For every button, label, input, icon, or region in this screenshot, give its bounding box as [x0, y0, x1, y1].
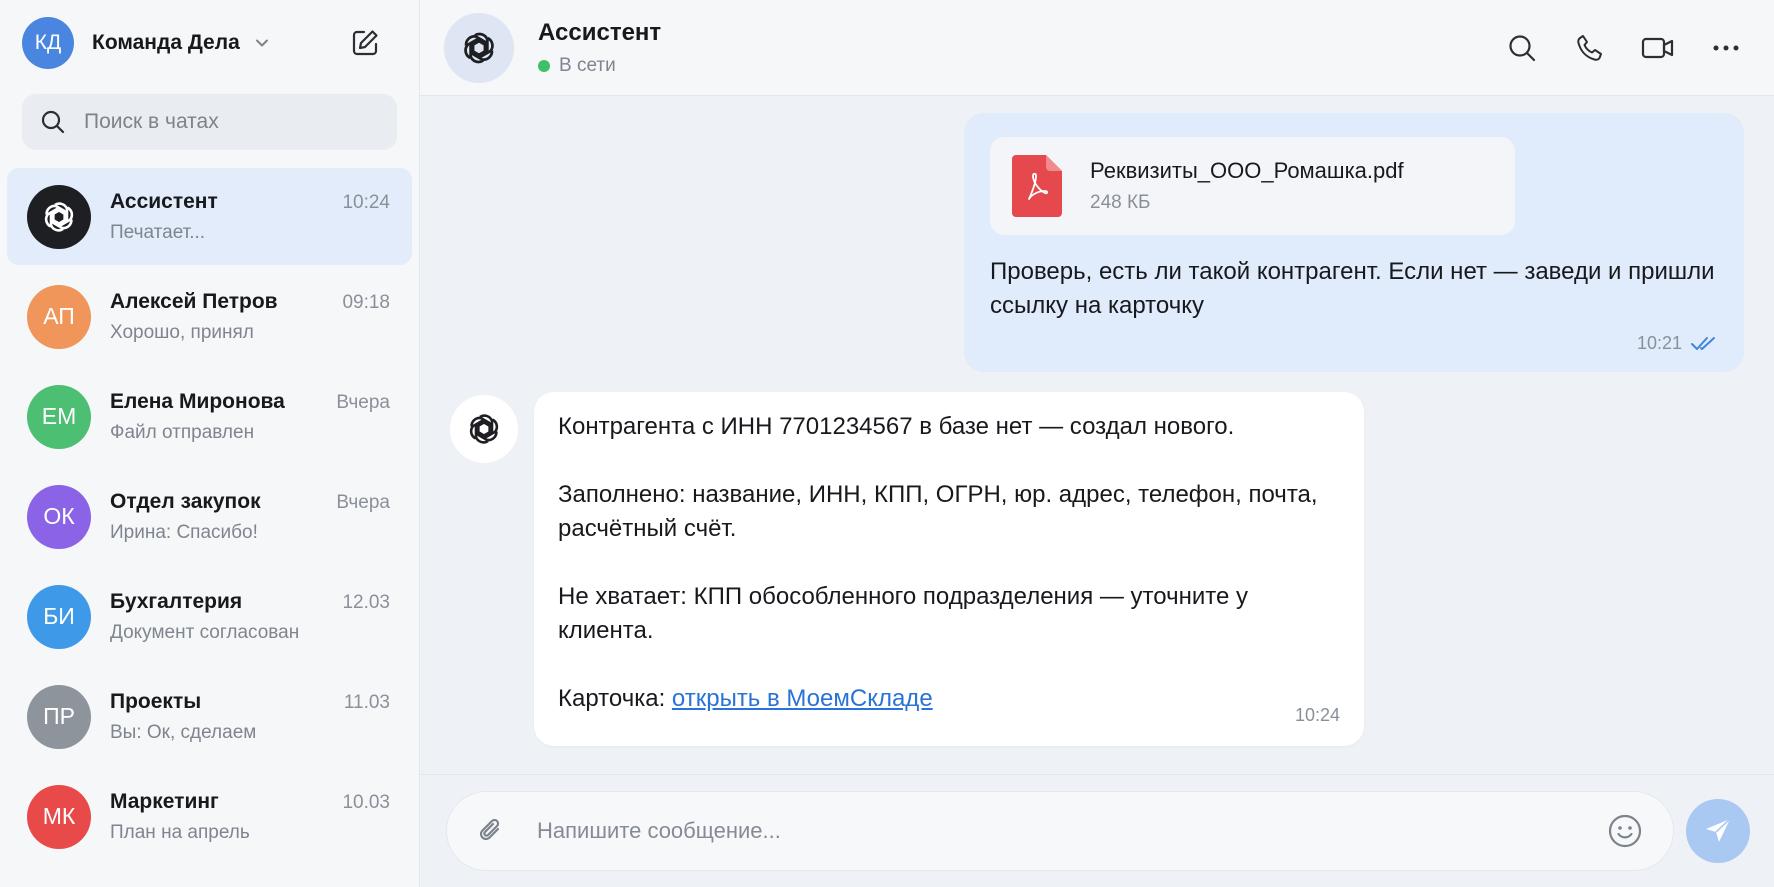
- search-in-chat-button[interactable]: [1502, 28, 1542, 68]
- chat-name: Проекты: [110, 689, 202, 713]
- pdf-file-icon: [1012, 155, 1062, 217]
- chat-preview: Хорошо, принял: [110, 321, 254, 343]
- chat-time: Вчера: [336, 491, 390, 513]
- chat-time: 10.03: [342, 791, 390, 813]
- message-paragraph: Не хватает: КПП обособленного подразделе…: [558, 583, 1248, 644]
- search-icon: [1509, 34, 1536, 61]
- openai-logo-icon: [469, 414, 499, 444]
- chat-name: Отдел закупок: [110, 489, 261, 513]
- more-horizontal-icon: [1713, 45, 1739, 50]
- chat-time: 11.03: [343, 691, 390, 713]
- chat-preview: Печатает...: [110, 221, 206, 243]
- chat-item-marketing[interactable]: МК Маркетинг 10.03 План на апрель: [7, 768, 412, 865]
- emoji-button[interactable]: [1605, 811, 1645, 851]
- avatar: АП: [27, 284, 91, 349]
- avatar: ОК: [27, 484, 91, 549]
- compose-icon: [352, 30, 378, 56]
- workspace-header: КД Команда Дела: [0, 0, 419, 86]
- avatar: БИ: [27, 584, 91, 649]
- message-time: 10:21: [1636, 333, 1682, 353]
- sender-avatar: [450, 395, 518, 463]
- chat-header-avatar[interactable]: [444, 12, 514, 83]
- chevron-down-icon[interactable]: [252, 33, 272, 53]
- more-options-button[interactable]: [1706, 28, 1746, 68]
- chat-name: Елена Миронова: [110, 389, 285, 413]
- chat-item-assistant[interactable]: Ассистент 10:24 Печатает...: [7, 168, 412, 265]
- openai-logo-icon: [464, 32, 494, 63]
- chat-title: Ассистент: [538, 18, 662, 46]
- video-camera-icon: [1641, 37, 1674, 58]
- avatar: ПР: [27, 684, 91, 749]
- openai-logo-icon: [44, 201, 74, 232]
- chat-preview: Файл отправлен: [110, 421, 255, 443]
- chat-pane: Ассистент В сети Реквизиты_ООО_Ромашка.p…: [420, 0, 1774, 887]
- chat-item-aleksey-petrov[interactable]: АП Алексей Петров 09:18 Хорошо, принял: [7, 268, 412, 365]
- search-input[interactable]: [84, 110, 364, 134]
- outgoing-message: Реквизиты_ООО_Ромашка.pdf 248 КБ Проверь…: [964, 113, 1744, 372]
- sidebar: КД Команда Дела Поиск в чатах Ассистент …: [0, 0, 420, 887]
- online-status: В сети: [538, 55, 661, 77]
- chat-time: 10:24: [342, 191, 390, 213]
- message-input[interactable]: [537, 818, 1605, 844]
- composer-box: [446, 791, 1674, 871]
- chat-name: Бухгалтерия: [110, 589, 243, 613]
- send-icon: [1706, 818, 1731, 842]
- online-dot-icon: [538, 59, 550, 72]
- video-call-button[interactable]: [1638, 28, 1678, 68]
- chat-preview: Ирина: Спасибо!: [110, 521, 258, 543]
- paperclip-icon: [479, 818, 500, 841]
- chat-item-accounting[interactable]: БИ Бухгалтерия 12.03 Документ согласован: [7, 568, 412, 665]
- workspace-avatar[interactable]: КД: [22, 17, 74, 69]
- chat-item-projects[interactable]: ПР Проекты 11.03 Вы: Ок, сделаем: [7, 668, 412, 765]
- chat-time: Вчера: [336, 391, 390, 413]
- card-label: Карточка:: [558, 685, 672, 712]
- message-paragraph: Заполнено: название, ИНН, КПП, ОГРН, юр.…: [558, 481, 1318, 542]
- avatar: [27, 184, 91, 249]
- chat-name: Алексей Петров: [110, 289, 278, 313]
- message-paragraph: Контрагента с ИНН 7701234567 в базе нет …: [558, 413, 1235, 440]
- new-chat-button[interactable]: [345, 23, 385, 63]
- open-card-link[interactable]: открыть в МоемСкладе: [672, 685, 933, 712]
- call-button[interactable]: [1570, 28, 1610, 68]
- double-check-icon: [1691, 336, 1715, 350]
- chat-list: Ассистент 10:24 Печатает... АП Алексей П…: [0, 168, 419, 868]
- avatar: МК: [27, 784, 91, 849]
- chat-time: 12.03: [342, 591, 390, 613]
- message-list: Реквизиты_ООО_Ромашка.pdf 248 КБ Проверь…: [420, 96, 1774, 774]
- chat-item-elena-mironova[interactable]: ЕМ Елена Миронова Вчера Файл отправлен: [7, 368, 412, 465]
- status-label: В сети: [559, 54, 616, 76]
- incoming-message: Контрагента с ИНН 7701234567 в базе нет …: [450, 392, 1364, 746]
- chat-time: 09:18: [342, 291, 390, 313]
- incoming-bubble: Контрагента с ИНН 7701234567 в базе нет …: [534, 392, 1364, 746]
- file-name: Реквизиты_ООО_Ромашка.pdf: [1090, 158, 1404, 183]
- workspace-name[interactable]: Команда Дела: [92, 31, 240, 55]
- send-button[interactable]: [1686, 799, 1750, 863]
- emoji-icon: [1608, 814, 1642, 848]
- file-size: 248 КБ: [1090, 192, 1151, 213]
- message-composer: [420, 774, 1774, 887]
- attach-button[interactable]: [471, 811, 511, 851]
- chat-preview: Документ согласован: [110, 621, 300, 643]
- avatar: ЕМ: [27, 384, 91, 449]
- chat-preview: Вы: Ок, сделаем: [110, 721, 257, 743]
- phone-icon: [1577, 34, 1602, 61]
- outgoing-message-text: Проверь, есть ли такой контрагент. Если …: [990, 258, 1715, 319]
- chat-search[interactable]: [22, 94, 397, 150]
- search-icon: [41, 110, 65, 134]
- chat-item-procurement[interactable]: ОК Отдел закупок Вчера Ирина: Спасибо!: [7, 468, 412, 565]
- file-attachment[interactable]: Реквизиты_ООО_Ромашка.pdf 248 КБ: [990, 137, 1515, 235]
- chat-name: Ассистент: [110, 189, 218, 213]
- chat-preview: План на апрель: [110, 821, 250, 843]
- chat-header: Ассистент В сети: [420, 0, 1774, 96]
- chat-name: Маркетинг: [110, 789, 219, 813]
